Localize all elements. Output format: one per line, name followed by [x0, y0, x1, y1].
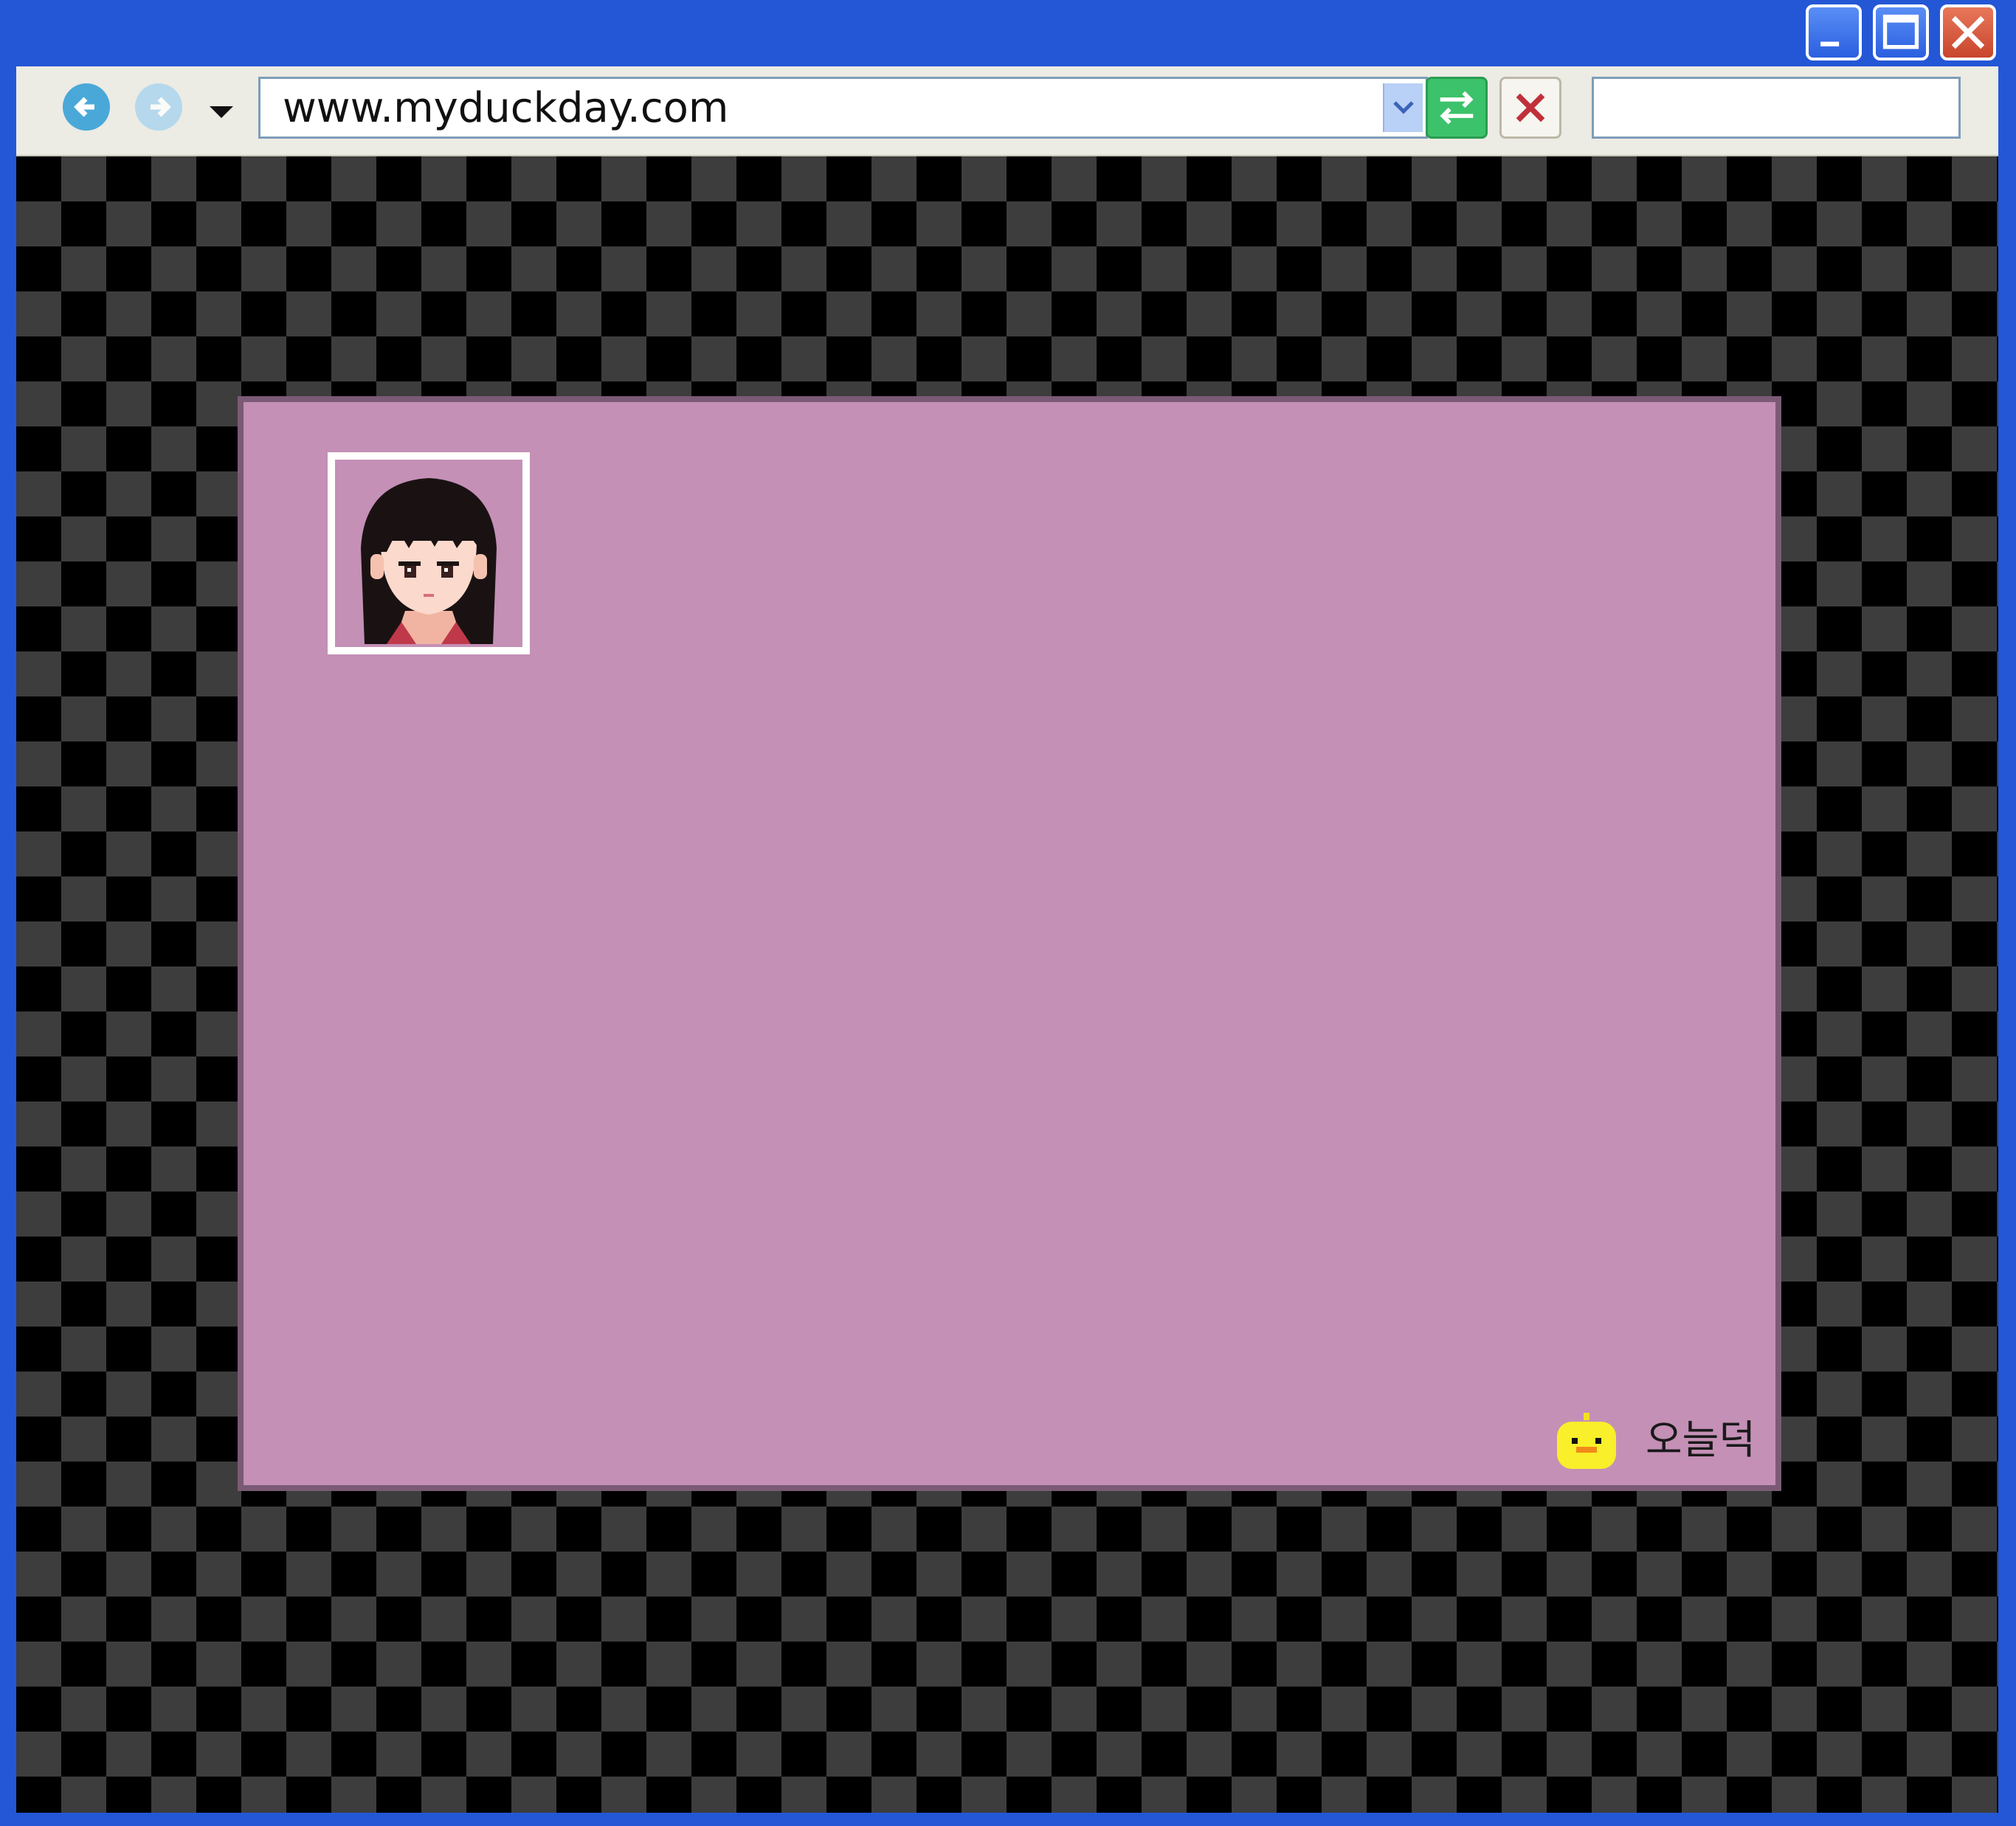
duck-icon [1550, 1413, 1623, 1472]
brand-label: 오늘덕 [1646, 1417, 1756, 1463]
minimize-button[interactable] [1806, 4, 1862, 60]
search-input[interactable] [1592, 77, 1961, 139]
back-button[interactable] [61, 81, 112, 133]
close-icon [1951, 15, 1985, 49]
history-dropdown-button[interactable] [207, 97, 236, 127]
window-titlebar [0, 0, 2016, 66]
address-bar[interactable]: www.myduckday.com [258, 77, 1428, 139]
profile-card: 오늘덕 [238, 396, 1781, 1491]
forward-arrow-icon [135, 83, 182, 131]
stop-button[interactable] [1499, 77, 1561, 139]
page-content-area: 오늘덕 [16, 156, 1998, 1813]
forward-button[interactable] [133, 81, 184, 133]
close-window-button[interactable] [1940, 4, 1996, 60]
address-input[interactable]: www.myduckday.com [283, 85, 728, 132]
minimize-icon [1820, 41, 1840, 46]
address-dropdown-button[interactable] [1383, 83, 1423, 132]
go-refresh-button[interactable] [1426, 77, 1488, 139]
maximize-button[interactable] [1873, 4, 1929, 60]
stop-icon [1516, 93, 1545, 122]
girl-portrait-image [335, 460, 522, 647]
address-dropdown-icon [1393, 101, 1414, 114]
history-dropdown-icon [210, 106, 233, 118]
go-refresh-icon [1440, 91, 1474, 125]
avatar[interactable] [328, 452, 530, 654]
back-arrow-icon [63, 83, 110, 131]
maximize-icon [1882, 14, 1919, 49]
browser-toolbar: www.myduckday.com [16, 66, 1998, 157]
